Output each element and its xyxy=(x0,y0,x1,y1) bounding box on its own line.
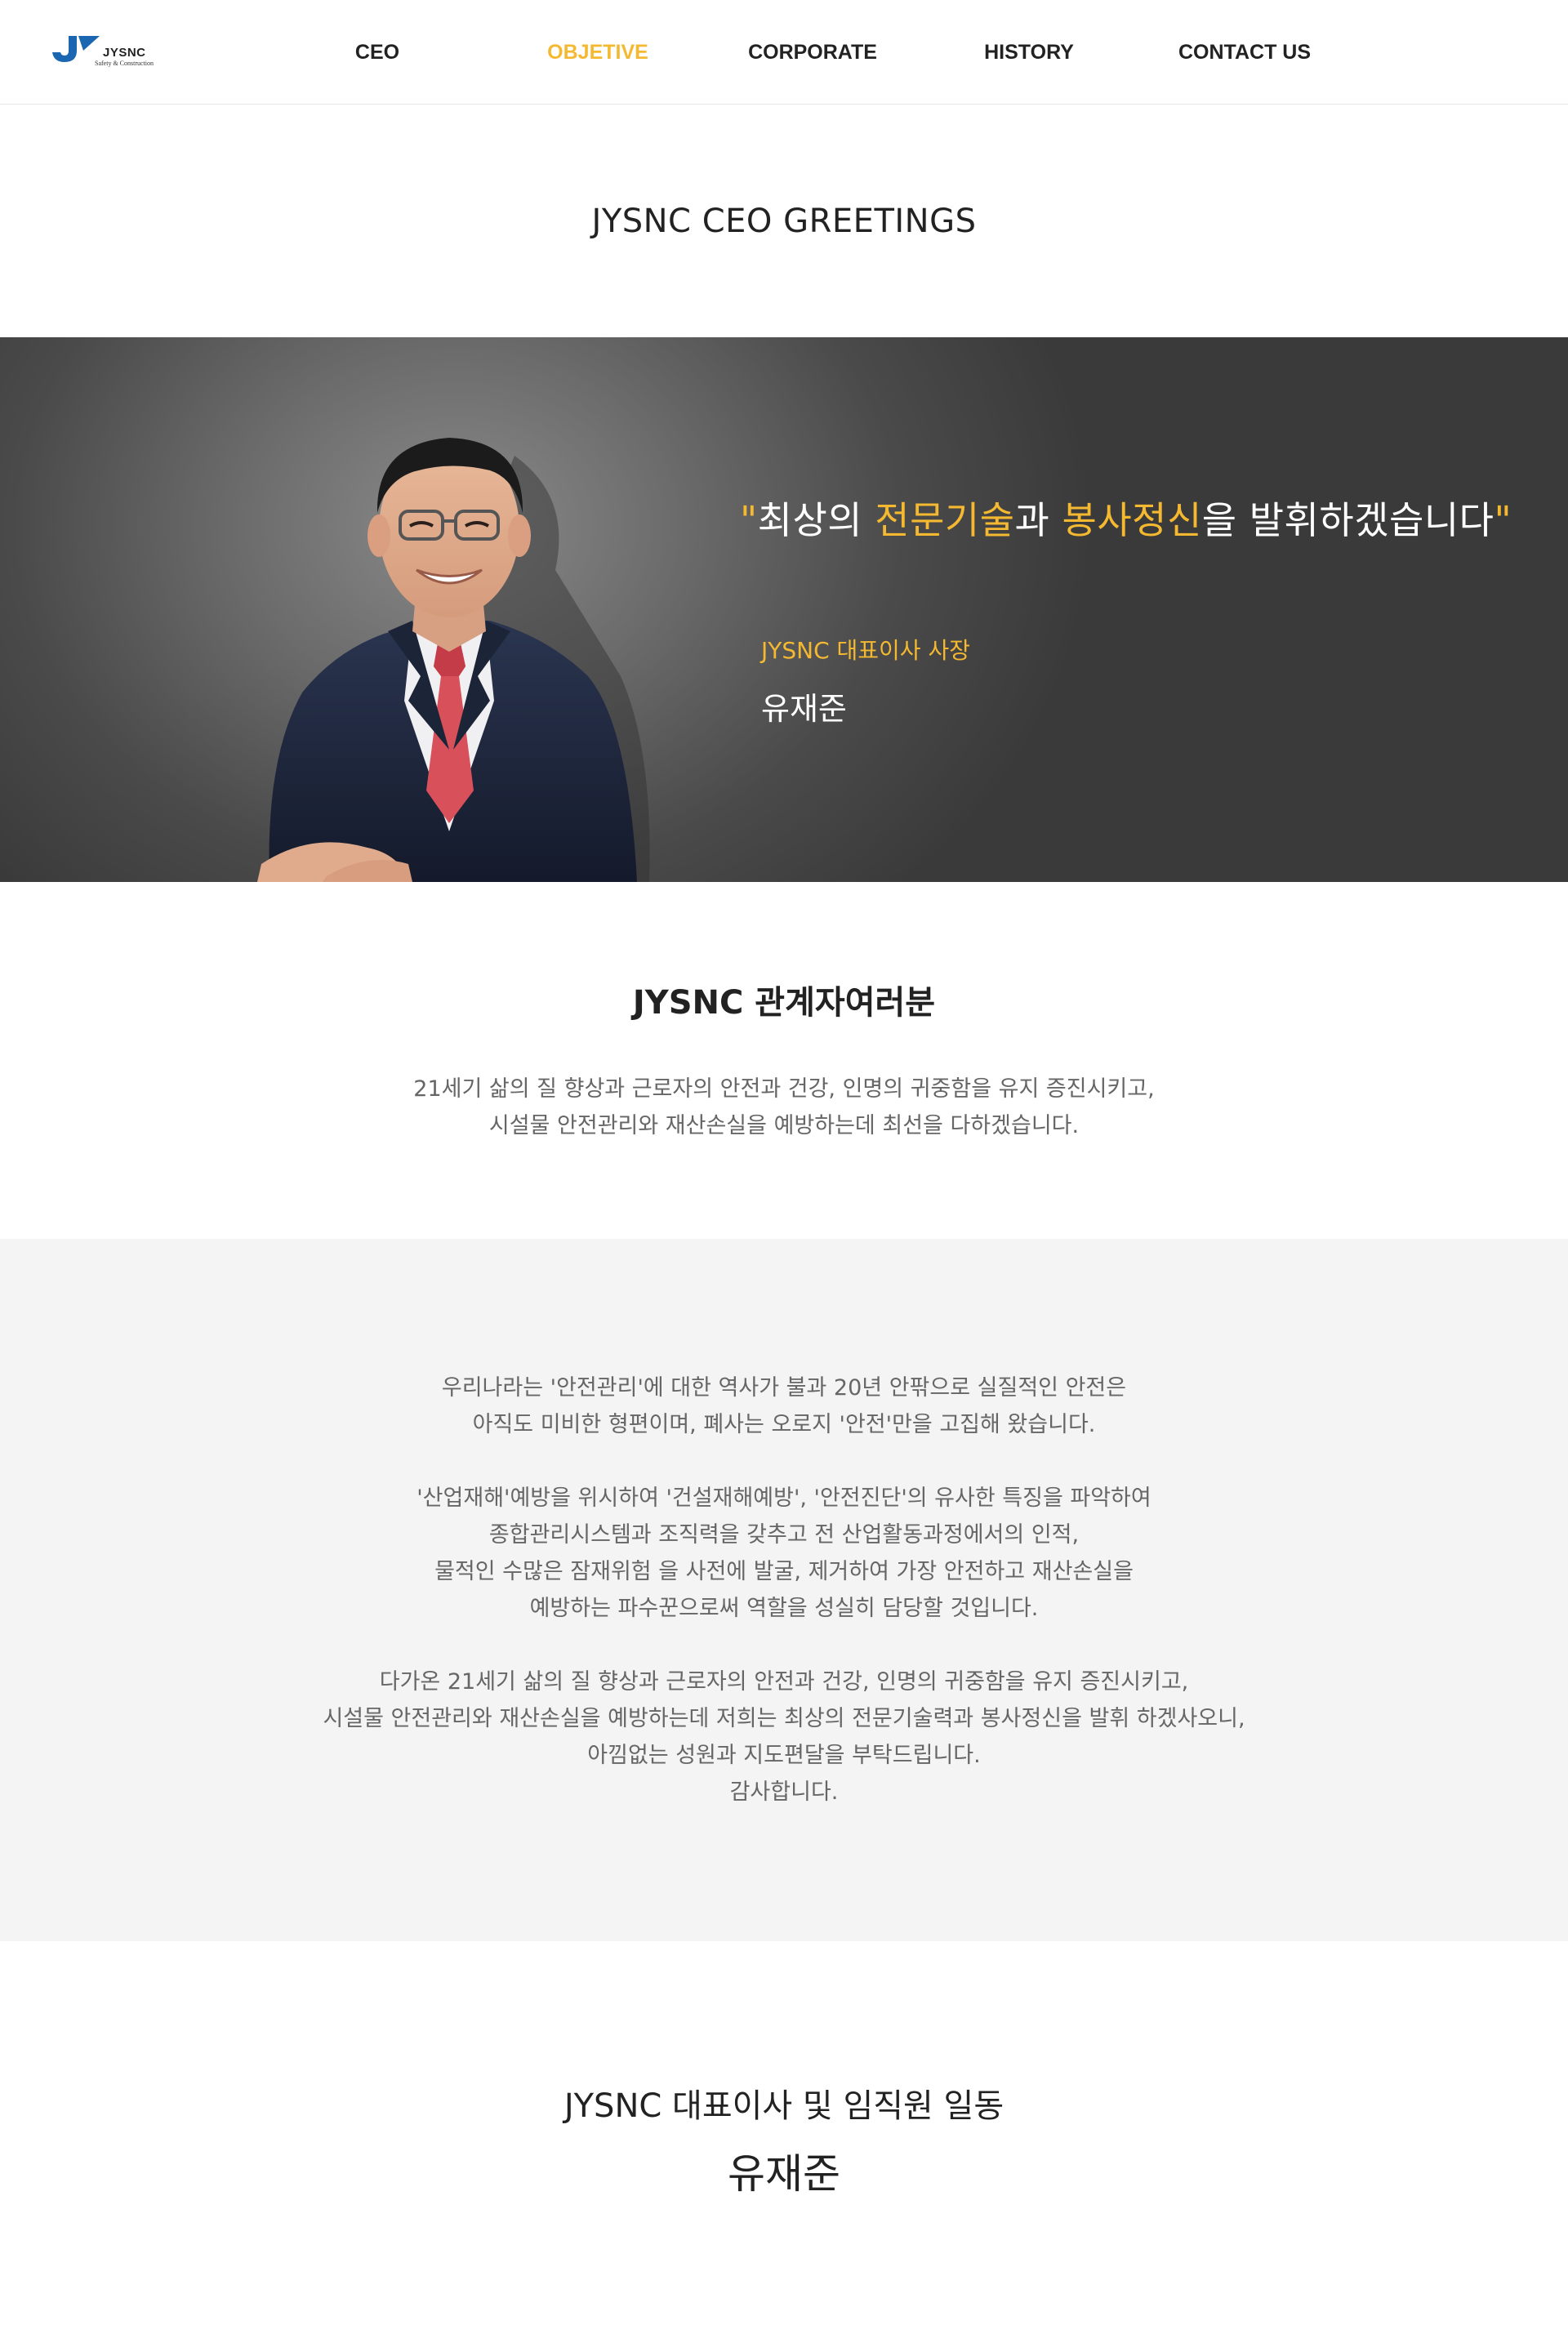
message-paragraph: 다가온 21세기 삶의 질 향상과 근로자의 안전과 건강, 인명의 귀중함을 … xyxy=(0,1664,1568,1811)
nav-corporate[interactable]: CORPORATE xyxy=(731,41,894,65)
ceo-portrait xyxy=(257,438,650,882)
message-line: 우리나라는 '안전관리'에 대한 역사가 불과 20년 안팎으로 실질적인 안전… xyxy=(441,1375,1127,1401)
intro-text: 21세기 삶의 질 향상과 근로자의 안전과 건강, 인명의 귀중함을 유지 증… xyxy=(0,1071,1568,1144)
message-line: 다가온 21세기 삶의 질 향상과 근로자의 안전과 건강, 인명의 귀중함을 … xyxy=(379,1669,1189,1695)
logo-mark-icon xyxy=(52,36,100,62)
nav-ceo[interactable]: CEO xyxy=(296,41,459,65)
quote-part-1: 최상의 xyxy=(757,498,875,542)
logo-subtext: Safety & Construction xyxy=(95,60,154,67)
greeting-message-body: 우리나라는 '안전관리'에 대한 역사가 불과 20년 안팎으로 실질적인 안전… xyxy=(0,1370,1568,1847)
quote-part-2: 과 xyxy=(1014,498,1062,542)
message-line: 예방하는 파수꾼으로써 역할을 성실히 담당할 것입니다. xyxy=(529,1596,1039,1621)
message-line: 시설물 안전관리와 재산손실을 예방하는데 저희는 최상의 전문기술력과 봉사정… xyxy=(323,1706,1245,1731)
nav-objetive[interactable]: OBJETIVE xyxy=(516,41,679,65)
nav-history[interactable]: HISTORY xyxy=(947,41,1111,65)
logo-name: JYSNC xyxy=(103,46,146,60)
company-logo[interactable]: JYSNC Safety & Construction xyxy=(51,34,165,70)
message-line: '산업재해'예방을 위시하여 '건설재해예방', '안전진단'의 유사한 특징을… xyxy=(416,1485,1152,1511)
message-line: 감사합니다. xyxy=(729,1779,839,1805)
message-paragraph: 우리나라는 '안전관리'에 대한 역사가 불과 20년 안팎으로 실질적인 안전… xyxy=(0,1370,1568,1443)
ceo-role: JYSNC 대표이사 사장 xyxy=(761,637,970,664)
intro-heading: JYSNC 관계자여러분 xyxy=(632,984,936,1022)
message-line: 종합관리시스템과 조직력을 갖추고 전 산업활동과정에서의 인적, xyxy=(488,1522,1080,1548)
quote-close-mark: " xyxy=(1494,498,1512,542)
hero-quote: "최상의 전문기술과 봉사정신을 발휘하겠습니다" xyxy=(740,491,1512,545)
intro-line: 21세기 삶의 질 향상과 근로자의 안전과 건강, 인명의 귀중함을 유지 증… xyxy=(413,1076,1155,1102)
quote-open-mark: " xyxy=(740,498,758,542)
site-header: JYSNC Safety & Construction CEO OBJETIVE… xyxy=(0,0,1568,105)
message-paragraph: '산업재해'예방을 위시하여 '건설재해예방', '안전진단'의 유사한 특징을… xyxy=(0,1480,1568,1627)
quote-highlight-2: 봉사정신 xyxy=(1062,498,1202,542)
quote-part-3: 을 발휘하겠습니다 xyxy=(1201,498,1494,542)
page-title: JYSNC CEO GREETINGS xyxy=(591,203,977,240)
nav-contact-us[interactable]: CONTACT US xyxy=(1163,41,1326,65)
message-line: 아직도 미비한 형편이며, 폐사는 오로지 '안전'만을 고집해 왔습니다. xyxy=(472,1412,1096,1437)
greeting-message-section: 우리나라는 '안전관리'에 대한 역사가 불과 20년 안팎으로 실질적인 안전… xyxy=(0,1239,1568,1941)
quote-highlight-1: 전문기술 xyxy=(875,498,1015,542)
ceo-name: 유재준 xyxy=(761,691,847,727)
intro-line: 시설물 안전관리와 재산손실을 예방하는데 최선을 다하겠습니다. xyxy=(488,1113,1080,1138)
message-line: 물적인 수많은 잠재위험 을 사전에 발굴, 제거하여 가장 안전하고 재산손실… xyxy=(434,1559,1134,1584)
signoff-name: 유재준 xyxy=(728,2150,840,2198)
signoff-line: JYSNC 대표이사 및 임직원 일동 xyxy=(564,2087,1004,2125)
ceo-hero-banner: "최상의 전문기술과 봉사정신을 발휘하겠습니다" JYSNC 대표이사 사장 … xyxy=(0,337,1568,882)
message-line: 아낌없는 성원과 지도편달을 부탁드립니다. xyxy=(587,1743,981,1768)
